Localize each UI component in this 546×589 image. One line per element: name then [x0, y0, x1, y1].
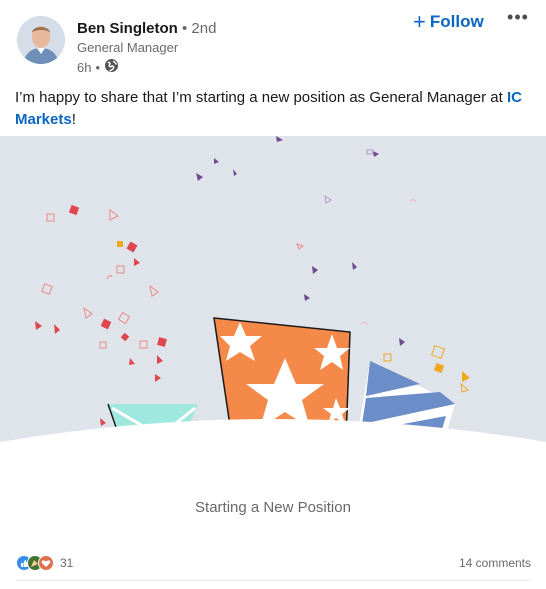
plus-icon: +: [413, 9, 426, 34]
divider: [16, 580, 530, 581]
post-text-end: !: [71, 111, 76, 128]
illustration-caption: Starting a New Position: [195, 499, 351, 516]
post-text: I’m happy to share that I’m starting a n…: [15, 87, 525, 131]
post-header: Ben Singleton • 2nd General Manager 6h •…: [0, 0, 546, 88]
post-meta: 6h •: [77, 58, 119, 76]
author-name[interactable]: Ben Singleton • 2nd: [77, 20, 216, 37]
author-name-text[interactable]: Ben Singleton: [77, 20, 178, 37]
follow-label: Follow: [429, 12, 484, 31]
social-counts[interactable]: 31: [16, 555, 73, 571]
post-text-body: I’m happy to share that I’m starting a n…: [15, 89, 507, 106]
globe-icon: [104, 58, 119, 76]
more-icon[interactable]: •••: [503, 8, 533, 34]
illustration-svg: [0, 136, 546, 467]
avatar[interactable]: [17, 16, 65, 64]
new-position-illustration[interactable]: [0, 136, 546, 467]
reaction-count[interactable]: 31: [60, 556, 73, 570]
follow-button[interactable]: + Follow: [413, 9, 484, 34]
post-time: 6h: [77, 59, 92, 75]
author-headline: General Manager: [77, 40, 179, 55]
meta-separator: •: [95, 59, 101, 75]
reaction-icons: [16, 555, 56, 571]
connection-degree: • 2nd: [182, 20, 217, 37]
comments-count[interactable]: 14 comments: [459, 556, 531, 570]
